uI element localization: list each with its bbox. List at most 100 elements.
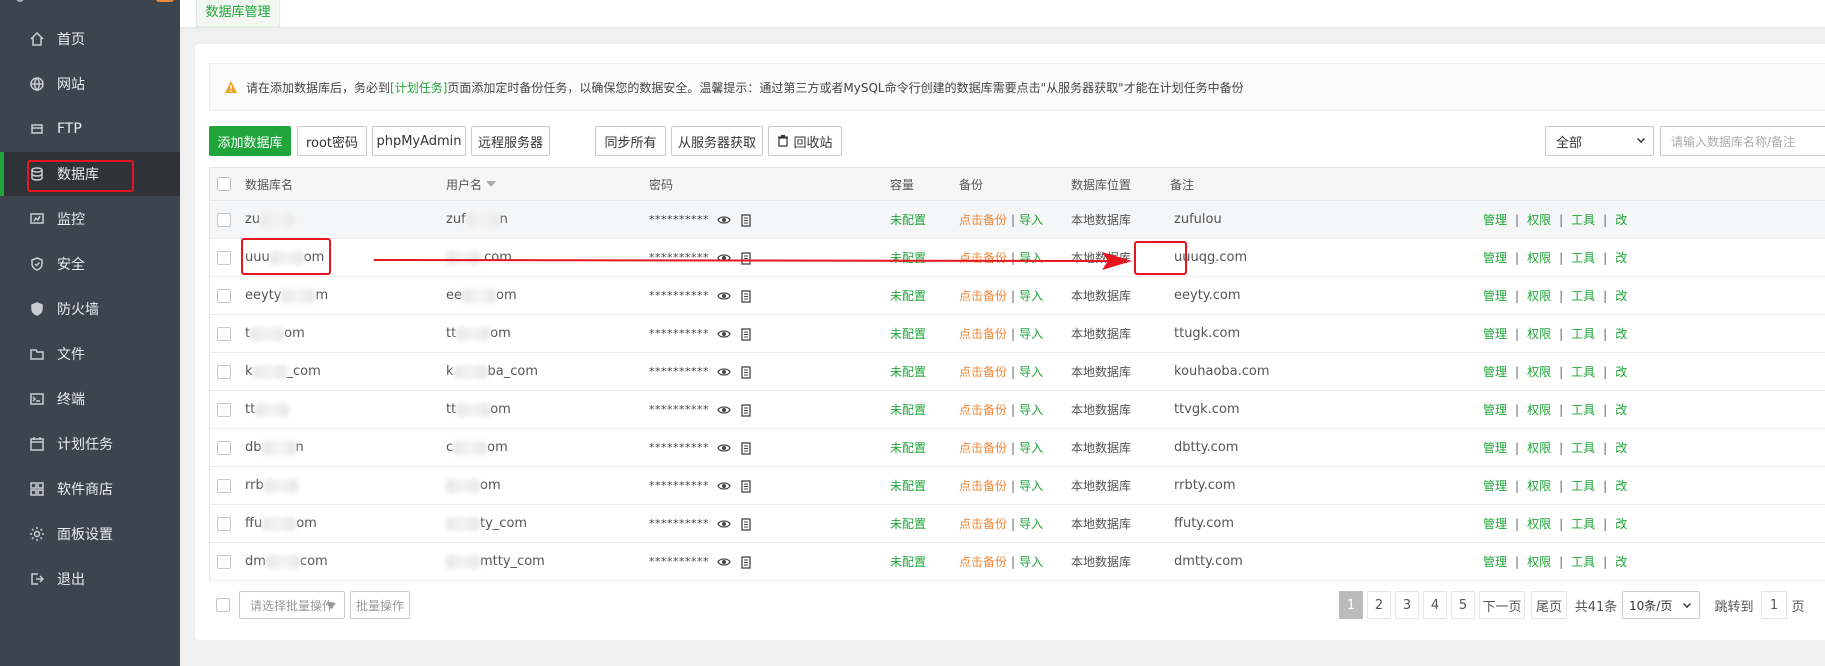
- eye-icon[interactable]: [717, 365, 731, 379]
- import-link[interactable]: 导入: [1019, 439, 1043, 456]
- copy-icon[interactable]: [739, 327, 753, 341]
- search-input[interactable]: 请输入数据库名称/备注: [1660, 126, 1825, 156]
- footer-select-all-checkbox[interactable]: [216, 598, 230, 612]
- permission-link[interactable]: 权限: [1527, 401, 1551, 418]
- filter-select[interactable]: 全部: [1545, 126, 1654, 156]
- import-link[interactable]: 导入: [1019, 287, 1043, 304]
- permission-link[interactable]: 权限: [1527, 211, 1551, 228]
- batch-action-select[interactable]: 请选择批量操作: [239, 591, 345, 619]
- recycle-bin-button[interactable]: 回收站: [768, 126, 842, 156]
- page-4[interactable]: 4: [1423, 591, 1447, 619]
- copy-icon[interactable]: [739, 555, 753, 569]
- page-2[interactable]: 2: [1367, 591, 1391, 619]
- edit-link[interactable]: 改: [1615, 515, 1627, 532]
- sidebar-item-gear[interactable]: 面板设置: [0, 512, 180, 556]
- copy-icon[interactable]: [739, 479, 753, 493]
- page-3[interactable]: 3: [1395, 591, 1419, 619]
- db-note[interactable]: ffuty.com: [1174, 505, 1234, 542]
- select-all-checkbox[interactable]: [217, 177, 231, 191]
- header-user[interactable]: 用户名: [446, 168, 497, 200]
- eye-icon[interactable]: [717, 251, 731, 265]
- import-link[interactable]: 导入: [1019, 363, 1043, 380]
- row-checkbox[interactable]: [217, 516, 231, 531]
- sidebar-item-logout[interactable]: 退出: [0, 557, 180, 601]
- row-checkbox[interactable]: [217, 554, 231, 569]
- tools-link[interactable]: 工具: [1571, 249, 1595, 266]
- backup-link[interactable]: 点击备份: [959, 363, 1007, 380]
- remote-server-button[interactable]: 远程服务器: [471, 126, 550, 156]
- last-page-button[interactable]: 尾页: [1531, 591, 1567, 619]
- copy-icon[interactable]: [739, 441, 753, 455]
- edit-link[interactable]: 改: [1615, 249, 1627, 266]
- next-page-button[interactable]: 下一页: [1479, 591, 1525, 619]
- sidebar-item-firewall[interactable]: 防火墙: [0, 287, 180, 331]
- manage-link[interactable]: 管理: [1483, 439, 1507, 456]
- tools-link[interactable]: 工具: [1571, 553, 1595, 570]
- tools-link[interactable]: 工具: [1571, 477, 1595, 494]
- notice-cron-link[interactable]: [计划任务]: [390, 79, 447, 96]
- capacity-status[interactable]: 未配置: [890, 543, 926, 580]
- edit-link[interactable]: 改: [1615, 363, 1627, 380]
- sidebar-item-globe[interactable]: 网站: [0, 62, 180, 106]
- db-note[interactable]: ttugk.com: [1174, 315, 1240, 352]
- copy-icon[interactable]: [739, 213, 753, 227]
- permission-link[interactable]: 权限: [1527, 363, 1551, 380]
- manage-link[interactable]: 管理: [1483, 363, 1507, 380]
- backup-link[interactable]: 点击备份: [959, 287, 1007, 304]
- db-note[interactable]: kouhaoba.com: [1174, 353, 1270, 390]
- row-checkbox[interactable]: [217, 478, 231, 493]
- permission-link[interactable]: 权限: [1527, 325, 1551, 342]
- permission-link[interactable]: 权限: [1527, 477, 1551, 494]
- manage-link[interactable]: 管理: [1483, 553, 1507, 570]
- row-checkbox[interactable]: [217, 288, 231, 303]
- phpmyadmin-button[interactable]: phpMyAdmin: [372, 126, 466, 156]
- eye-icon[interactable]: [717, 555, 731, 569]
- tools-link[interactable]: 工具: [1571, 439, 1595, 456]
- edit-link[interactable]: 改: [1615, 439, 1627, 456]
- sidebar-item-monitor[interactable]: 监控: [0, 197, 180, 241]
- eye-icon[interactable]: [717, 327, 731, 341]
- capacity-status[interactable]: 未配置: [890, 315, 926, 352]
- permission-link[interactable]: 权限: [1527, 249, 1551, 266]
- edit-link[interactable]: 改: [1615, 553, 1627, 570]
- db-note[interactable]: uuuqg.com: [1174, 239, 1247, 276]
- row-checkbox[interactable]: [217, 250, 231, 265]
- db-note[interactable]: zufulou: [1174, 201, 1222, 238]
- permission-link[interactable]: 权限: [1527, 515, 1551, 532]
- manage-link[interactable]: 管理: [1483, 211, 1507, 228]
- backup-link[interactable]: 点击备份: [959, 325, 1007, 342]
- goto-page-input[interactable]: 1: [1761, 591, 1787, 619]
- db-note[interactable]: dbtty.com: [1174, 429, 1238, 466]
- eye-icon[interactable]: [717, 213, 731, 227]
- row-checkbox[interactable]: [217, 364, 231, 379]
- manage-link[interactable]: 管理: [1483, 287, 1507, 304]
- db-note[interactable]: dmtty.com: [1174, 543, 1243, 580]
- eye-icon[interactable]: [717, 289, 731, 303]
- import-link[interactable]: 导入: [1019, 249, 1043, 266]
- db-note[interactable]: rrbty.com: [1174, 467, 1236, 504]
- tools-link[interactable]: 工具: [1571, 287, 1595, 304]
- import-link[interactable]: 导入: [1019, 553, 1043, 570]
- capacity-status[interactable]: 未配置: [890, 201, 926, 238]
- capacity-status[interactable]: 未配置: [890, 429, 926, 466]
- import-link[interactable]: 导入: [1019, 515, 1043, 532]
- sidebar-item-home[interactable]: 首页: [0, 17, 180, 61]
- sidebar-item-calendar[interactable]: 计划任务: [0, 422, 180, 466]
- page-1[interactable]: 1: [1339, 591, 1363, 619]
- permission-link[interactable]: 权限: [1527, 287, 1551, 304]
- edit-link[interactable]: 改: [1615, 477, 1627, 494]
- row-checkbox[interactable]: [217, 440, 231, 455]
- row-checkbox[interactable]: [217, 326, 231, 341]
- eye-icon[interactable]: [717, 479, 731, 493]
- edit-link[interactable]: 改: [1615, 401, 1627, 418]
- tools-link[interactable]: 工具: [1571, 211, 1595, 228]
- import-link[interactable]: 导入: [1019, 401, 1043, 418]
- edit-link[interactable]: 改: [1615, 287, 1627, 304]
- tab-database-management[interactable]: 数据库管理: [196, 0, 280, 27]
- sidebar-item-database[interactable]: 数据库: [0, 152, 180, 196]
- permission-link[interactable]: 权限: [1527, 553, 1551, 570]
- batch-action-button[interactable]: 批量操作: [350, 591, 410, 619]
- manage-link[interactable]: 管理: [1483, 477, 1507, 494]
- db-note[interactable]: eeyty.com: [1174, 277, 1241, 314]
- copy-icon[interactable]: [739, 403, 753, 417]
